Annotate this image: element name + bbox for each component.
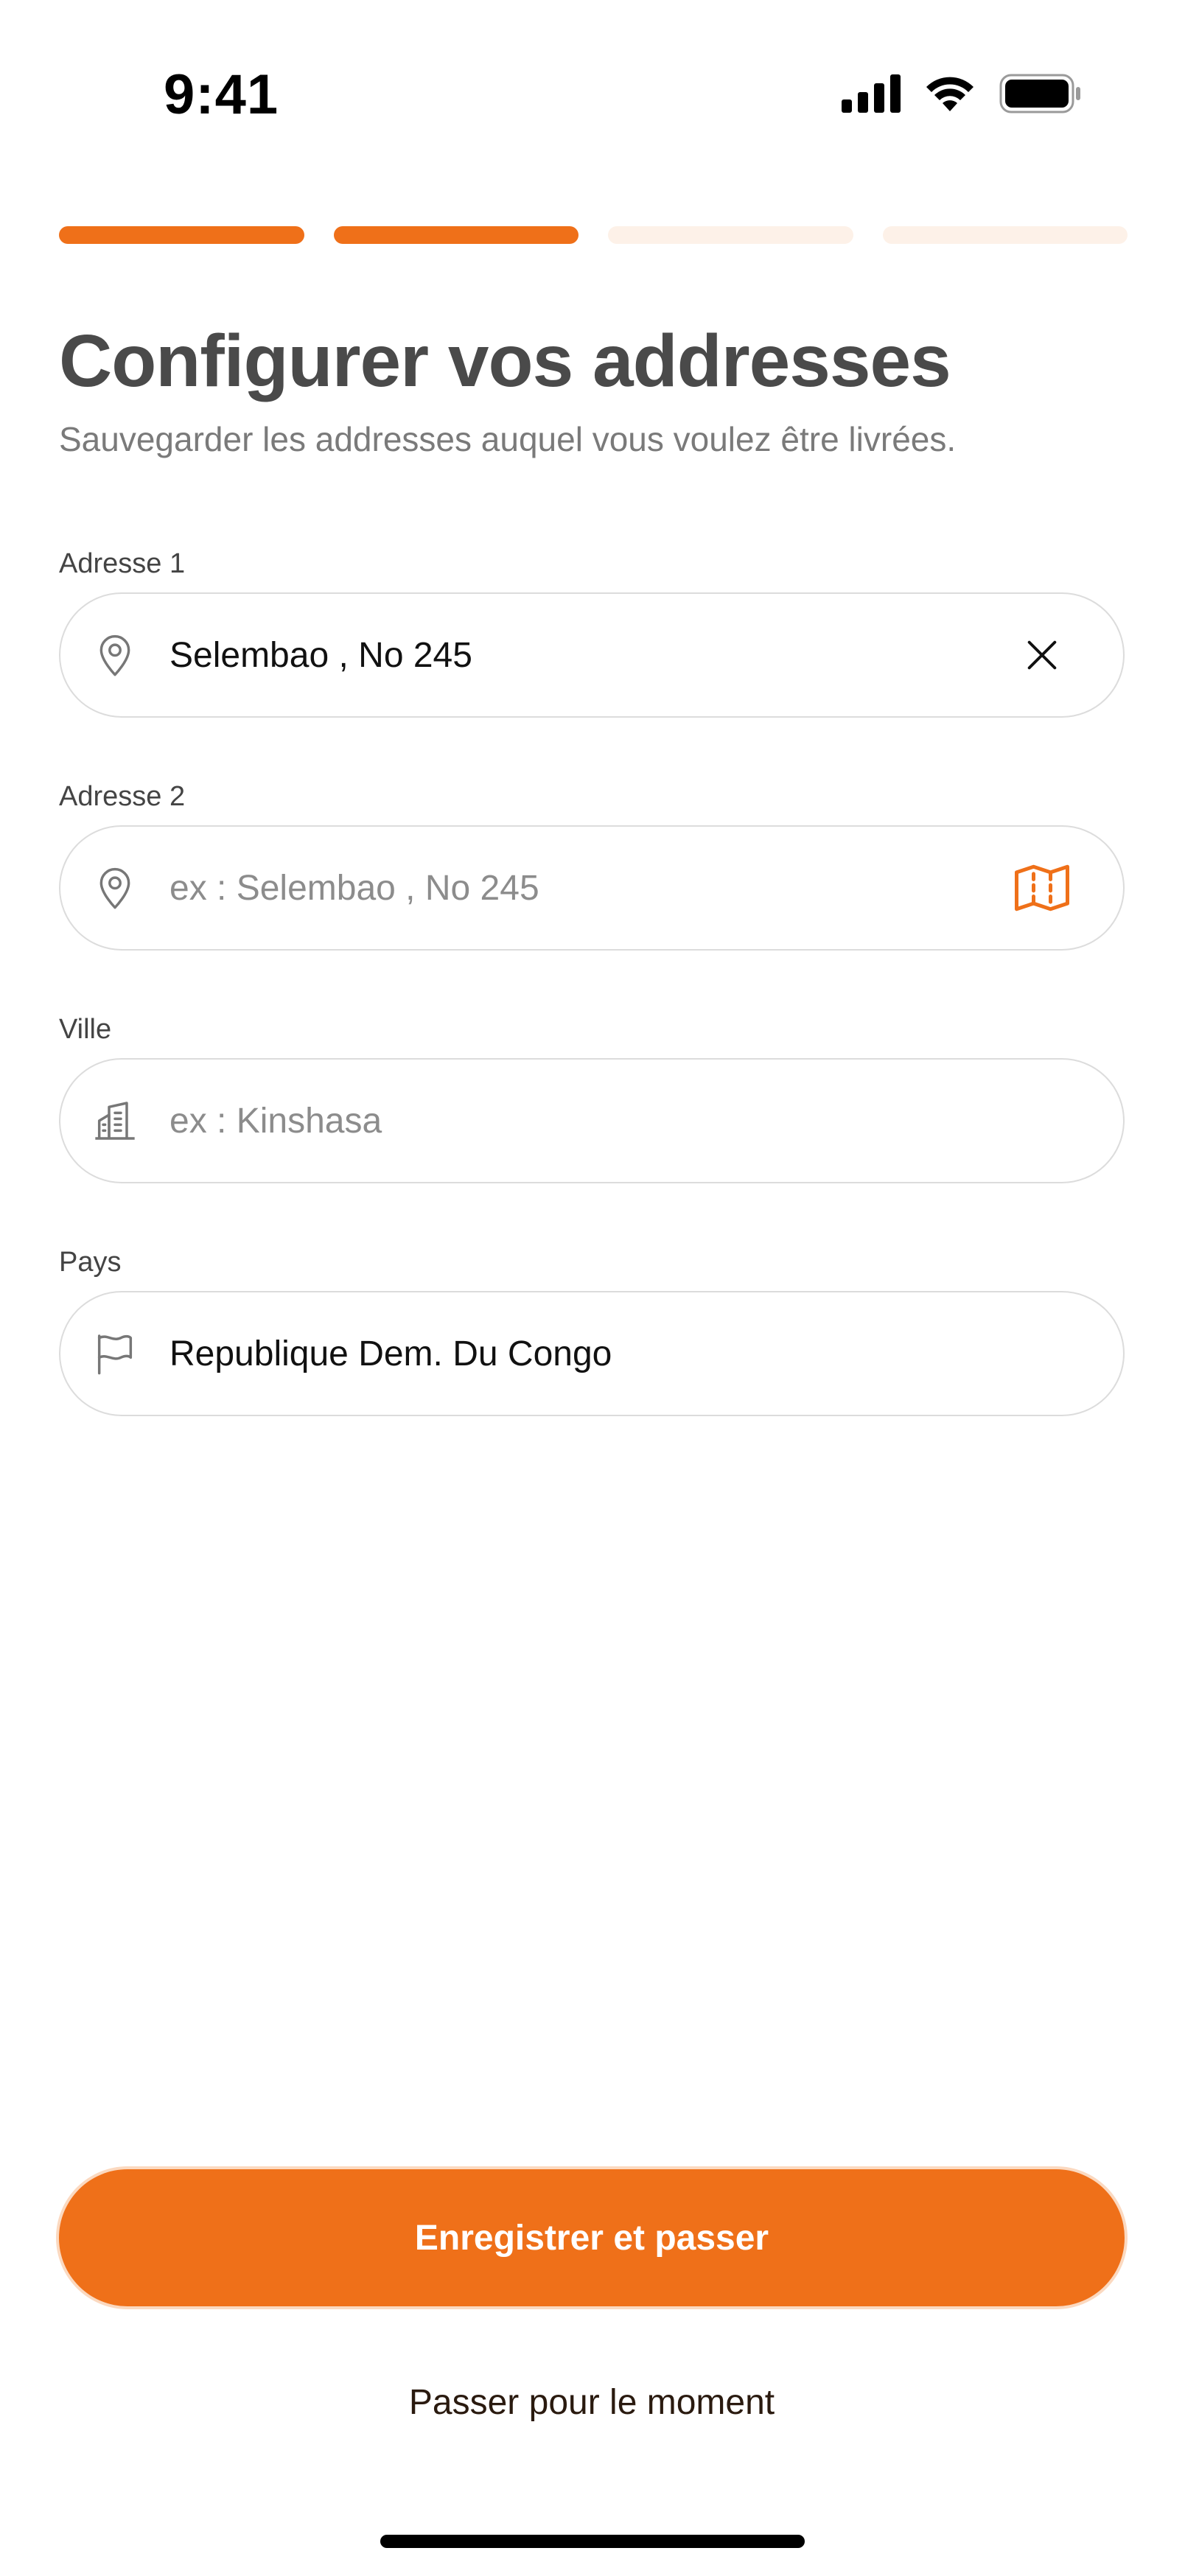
city-label: Ville xyxy=(59,1014,112,1045)
address1-field[interactable]: Selembao , No 245 xyxy=(59,592,1125,718)
step-progress xyxy=(59,226,1128,244)
address1-value[interactable]: Selembao , No 245 xyxy=(169,635,1005,676)
location-pin-icon xyxy=(91,631,139,679)
wifi-icon xyxy=(926,77,973,111)
building-icon xyxy=(91,1097,139,1144)
clear-x-icon[interactable] xyxy=(1005,618,1079,692)
page-title: Configurer vos addresses xyxy=(59,320,951,402)
map-icon[interactable] xyxy=(1005,851,1079,925)
city-placeholder[interactable]: ex : Kinshasa xyxy=(169,1101,1123,1141)
status-time: 9:41 xyxy=(164,63,279,126)
progress-step-4 xyxy=(882,226,1128,244)
page-subtitle: Sauvegarder les addresses auquel vous vo… xyxy=(59,420,957,458)
save-and-continue-button[interactable]: Enregistrer et passer xyxy=(59,2169,1125,2306)
city-field[interactable]: ex : Kinshasa xyxy=(59,1058,1125,1183)
address2-placeholder[interactable]: ex : Selembao , No 245 xyxy=(169,868,1005,909)
country-value[interactable]: Republique Dem. Du Congo xyxy=(169,1334,1123,1374)
battery-icon xyxy=(999,74,1080,113)
progress-step-3 xyxy=(608,226,853,244)
address1-label: Adresse 1 xyxy=(59,548,186,579)
skip-for-now-button[interactable]: Passer pour le moment xyxy=(59,2373,1125,2432)
country-field[interactable]: Republique Dem. Du Congo xyxy=(59,1291,1125,1416)
address2-field[interactable]: ex : Selembao , No 245 xyxy=(59,825,1125,951)
cellular-signal-icon xyxy=(842,74,901,113)
home-indicator xyxy=(380,2535,805,2548)
progress-step-2 xyxy=(333,226,578,244)
address2-label: Adresse 2 xyxy=(59,781,186,812)
flag-icon xyxy=(91,1330,139,1377)
country-label: Pays xyxy=(59,1247,122,1278)
status-icons xyxy=(842,74,1082,113)
progress-step-1 xyxy=(59,226,304,244)
location-pin-icon xyxy=(91,864,139,911)
